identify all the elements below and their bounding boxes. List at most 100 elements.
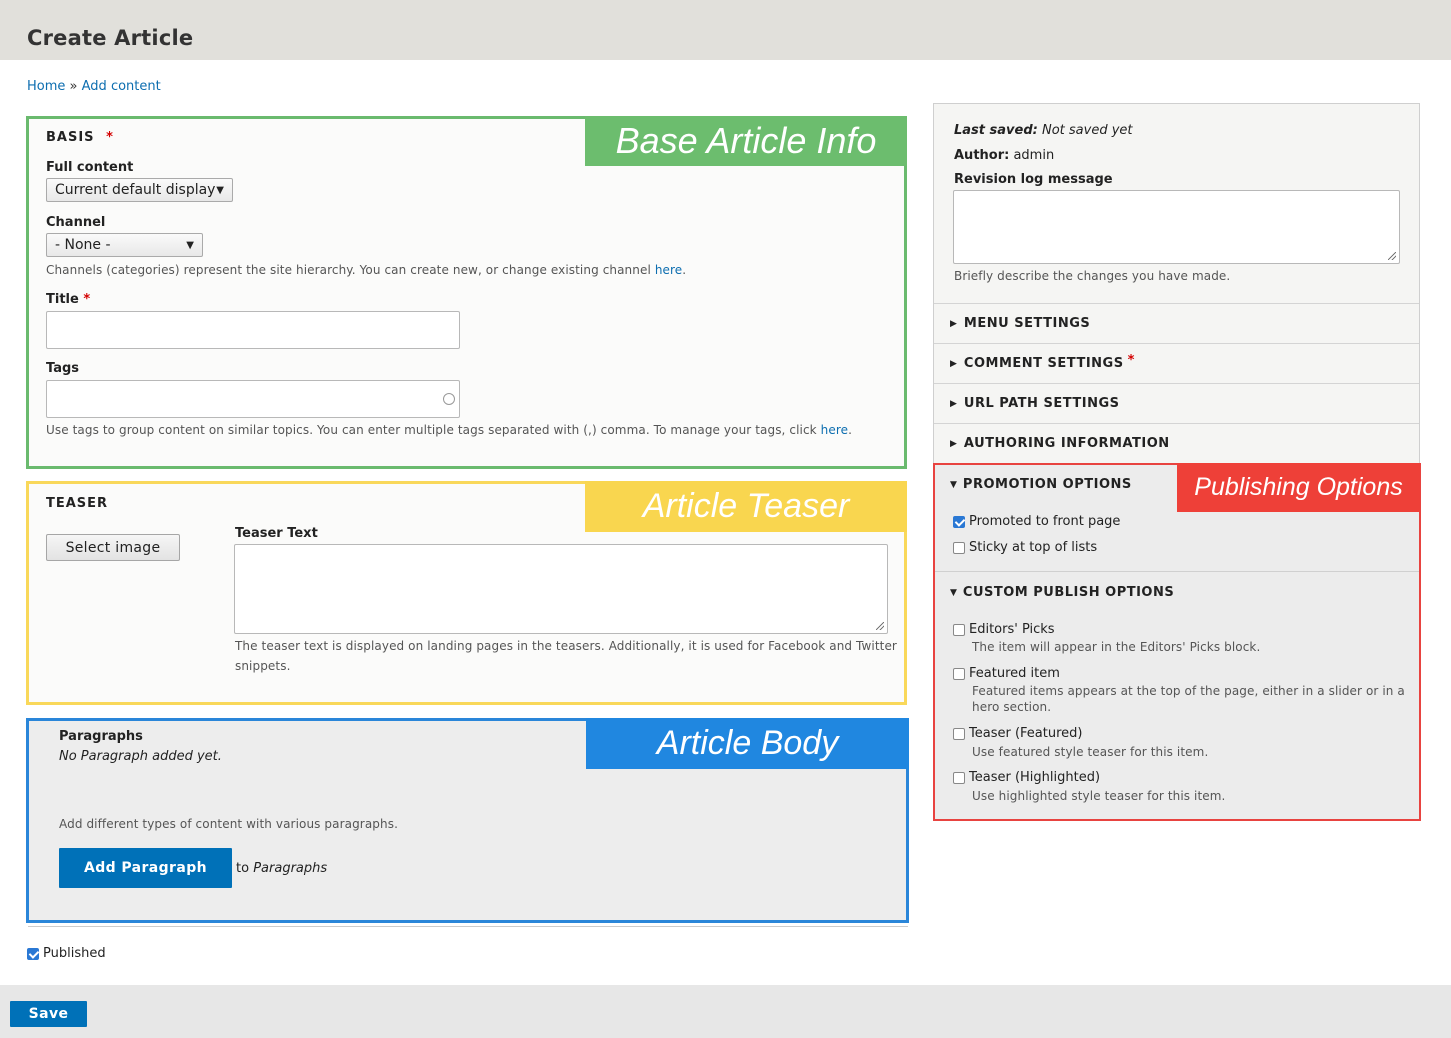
paragraphs-hint: Add different types of content with vari… xyxy=(59,817,398,831)
teaser-featured-checkbox[interactable] xyxy=(953,727,965,740)
revision-log-description: Briefly describe the changes you have ma… xyxy=(954,269,1231,283)
tags-input[interactable] xyxy=(46,380,460,418)
required-marker: * xyxy=(83,292,91,307)
featured-item-label: Featured item xyxy=(969,666,1060,681)
sticky-checkbox[interactable] xyxy=(953,541,965,554)
save-button[interactable]: Save xyxy=(10,1001,87,1027)
promotion-options-label: PROMOTION OPTIONS xyxy=(962,477,1132,492)
featured-item-checkbox-row[interactable]: Featured item xyxy=(953,666,1060,681)
title-label-text: Title xyxy=(46,292,79,307)
editors-picks-checkbox[interactable] xyxy=(953,623,965,636)
tags-here-link[interactable]: here xyxy=(821,423,848,437)
author-value: admin xyxy=(1013,148,1055,163)
title-label: Title * xyxy=(46,292,90,307)
url-path-settings-toggle[interactable]: ▶ URL PATH SETTINGS xyxy=(934,383,1419,423)
promoted-checkbox[interactable] xyxy=(953,515,965,528)
divider xyxy=(28,926,908,927)
teaser-text-description: The teaser text is displayed on landing … xyxy=(235,639,897,653)
promoted-label: Promoted to front page xyxy=(969,514,1121,529)
custom-publish-options-toggle[interactable]: ▼ CUSTOM PUBLISH OPTIONS xyxy=(950,585,1174,600)
resize-handle-icon[interactable] xyxy=(1388,252,1396,260)
triangle-right-icon: ▶ xyxy=(950,358,957,369)
select-image-button[interactable]: Select image xyxy=(46,534,180,561)
breadcrumb-add-content-link[interactable]: Add content xyxy=(82,79,161,94)
editors-picks-label: Editors' Picks xyxy=(969,622,1055,637)
breadcrumb: Home » Add content xyxy=(27,79,161,94)
editors-picks-checkbox-row[interactable]: Editors' Picks xyxy=(953,622,1055,637)
page-title: Create Article xyxy=(27,26,194,50)
autocomplete-icon xyxy=(443,393,455,405)
teaser-featured-label: Teaser (Featured) xyxy=(969,726,1083,741)
tags-description: Use tags to group content on similar top… xyxy=(46,423,852,437)
teaser-featured-checkbox-row[interactable]: Teaser (Featured) xyxy=(953,726,1082,741)
breadcrumb-separator: » xyxy=(69,79,78,94)
channel-label: Channel xyxy=(46,215,106,230)
teaser-featured-description: Use featured style teaser for this item. xyxy=(972,745,1209,759)
channel-value: - None - xyxy=(55,237,111,253)
sticky-checkbox-row[interactable]: Sticky at top of lists xyxy=(953,540,1097,555)
teaser-text-description-cont: snippets. xyxy=(235,659,291,673)
channel-select[interactable]: - None - ▼ xyxy=(46,233,203,257)
teaser-text-label: Teaser Text xyxy=(235,526,318,541)
featured-item-description-cont: hero section. xyxy=(972,700,1052,714)
basis-heading: BASIS xyxy=(46,130,95,145)
promotion-options-toggle[interactable]: ▼ PROMOTION OPTIONS xyxy=(950,477,1132,492)
published-label: Published xyxy=(43,946,106,961)
menu-settings-label: MENU SETTINGS xyxy=(963,316,1091,331)
publishing-options-ribbon: Publishing Options xyxy=(1177,463,1420,512)
author: Author: admin xyxy=(954,148,1054,163)
teaser-highlighted-checkbox[interactable] xyxy=(953,771,965,784)
featured-item-checkbox[interactable] xyxy=(953,667,965,680)
url-path-settings-label: URL PATH SETTINGS xyxy=(963,396,1120,411)
comment-settings-label: COMMENT SETTINGS xyxy=(963,356,1124,371)
teaser-highlighted-label: Teaser (Highlighted) xyxy=(969,770,1101,785)
teaser-highlighted-description: Use highlighted style teaser for this it… xyxy=(972,789,1226,803)
divider xyxy=(935,571,1419,572)
promoted-checkbox-row[interactable]: Promoted to front page xyxy=(953,514,1120,529)
paragraphs-label: Paragraphs xyxy=(59,729,143,744)
base-article-info-ribbon: Base Article Info xyxy=(585,116,907,166)
revision-log-textarea[interactable] xyxy=(953,190,1400,264)
teaser-text-area[interactable] xyxy=(234,544,888,634)
triangle-down-icon: ▼ xyxy=(950,479,957,490)
chevron-down-icon: ▼ xyxy=(216,184,224,196)
featured-item-description: Featured items appears at the top of the… xyxy=(972,684,1405,698)
page-header xyxy=(0,0,1451,60)
teaser-heading: TEASER xyxy=(46,496,109,511)
author-label: Author: xyxy=(954,148,1010,163)
published-checkbox-row[interactable]: Published xyxy=(27,946,106,961)
add-paragraph-button[interactable]: Add Paragraph xyxy=(59,848,232,888)
article-teaser-ribbon: Article Teaser xyxy=(585,481,907,532)
full-content-label: Full content xyxy=(46,160,134,175)
last-saved-value: Not saved yet xyxy=(1041,123,1133,138)
channel-description: Channels (categories) represent the site… xyxy=(46,263,687,277)
triangle-right-icon: ▶ xyxy=(950,318,957,329)
last-saved: Last saved: Not saved yet xyxy=(954,123,1133,138)
authoring-information-toggle[interactable]: ▶ AUTHORING INFORMATION xyxy=(934,423,1419,463)
menu-settings-toggle[interactable]: ▶ MENU SETTINGS xyxy=(934,303,1419,343)
resize-handle-icon[interactable] xyxy=(876,622,884,630)
chevron-down-icon: ▼ xyxy=(186,239,194,251)
full-content-select[interactable]: Current default display ▼ xyxy=(46,178,233,202)
published-checkbox[interactable] xyxy=(27,947,39,960)
comment-settings-toggle[interactable]: ▶ COMMENT SETTINGS * xyxy=(934,343,1419,383)
article-body-ribbon: Article Body xyxy=(586,718,909,769)
tags-description-text: Use tags to group content on similar top… xyxy=(46,423,817,437)
custom-publish-options-label: CUSTOM PUBLISH OPTIONS xyxy=(962,585,1175,600)
to-text: to xyxy=(236,861,250,876)
breadcrumb-home-link[interactable]: Home xyxy=(27,79,65,94)
revision-log-label: Revision log message xyxy=(954,172,1113,187)
title-input[interactable] xyxy=(46,311,460,349)
authoring-information-label: AUTHORING INFORMATION xyxy=(963,436,1170,451)
full-content-value: Current default display xyxy=(55,182,216,198)
channel-here-link[interactable]: here xyxy=(655,263,682,277)
basis-section-label: BASIS * xyxy=(46,130,114,145)
editors-picks-description: The item will appear in the Editors' Pic… xyxy=(972,640,1261,654)
triangle-down-icon: ▼ xyxy=(950,587,957,598)
triangle-right-icon: ▶ xyxy=(950,438,957,449)
tags-label: Tags xyxy=(46,361,80,376)
required-marker: * xyxy=(106,130,114,145)
required-marker: * xyxy=(1127,353,1135,368)
teaser-highlighted-checkbox-row[interactable]: Teaser (Highlighted) xyxy=(953,770,1100,785)
form-actions-bar xyxy=(0,985,1451,1038)
